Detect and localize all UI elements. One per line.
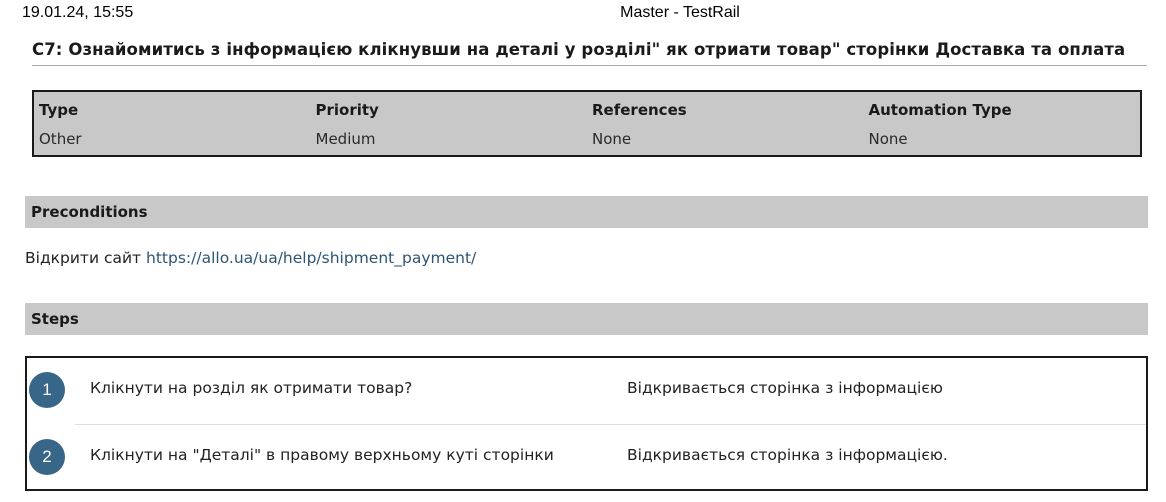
field-label: Priority (315, 101, 379, 119)
step-number-badge: 2 (29, 439, 65, 475)
field-value: None (592, 130, 632, 148)
field-label: Automation Type (868, 101, 1012, 119)
step-row: 1 Клікнути на розділ як отримати товар? … (27, 358, 1146, 425)
print-page-title: Master - TestRail (620, 4, 740, 21)
field-priority: Priority Medium (311, 92, 588, 155)
step-expected-result: Відкривається сторінка з інформацією (627, 379, 943, 397)
steps-heading: Steps (25, 303, 1148, 335)
steps-table: 1 Клікнути на розділ як отримати товар? … (25, 356, 1148, 491)
step-expected-result: Відкривається сторінка з інформацією. (627, 446, 948, 464)
preconditions-heading: Preconditions (25, 196, 1148, 228)
step-number-badge: 1 (29, 372, 65, 408)
field-value: Medium (315, 130, 376, 148)
field-label: Type (39, 101, 79, 119)
field-automation-type: Automation Type None (864, 92, 1141, 155)
case-title: C7: Ознайомитись з інформацією клікнувши… (32, 40, 1147, 66)
field-value: None (868, 130, 908, 148)
preconditions-label: Відкрити сайт (25, 249, 142, 267)
field-type: Type Other (34, 92, 311, 155)
case-fields-table: Type Other Priority Medium References No… (32, 90, 1142, 157)
preconditions-text: Відкрити сайт https://allo.ua/ua/help/sh… (25, 249, 476, 267)
step-content: Клікнути на "Деталі" в правому верхньому… (90, 446, 554, 464)
preconditions-link[interactable]: https://allo.ua/ua/help/shipment_payment… (146, 249, 476, 267)
field-references: References None (587, 92, 864, 155)
field-label: References (592, 101, 687, 119)
print-header: 19.01.24, 15:55 Master - TestRail (0, 0, 1166, 26)
step-content: Клікнути на розділ як отримати товар? (90, 379, 413, 397)
field-value: Other (39, 130, 82, 148)
step-row: 2 Клікнути на "Деталі" в правому верхньо… (27, 425, 1146, 491)
